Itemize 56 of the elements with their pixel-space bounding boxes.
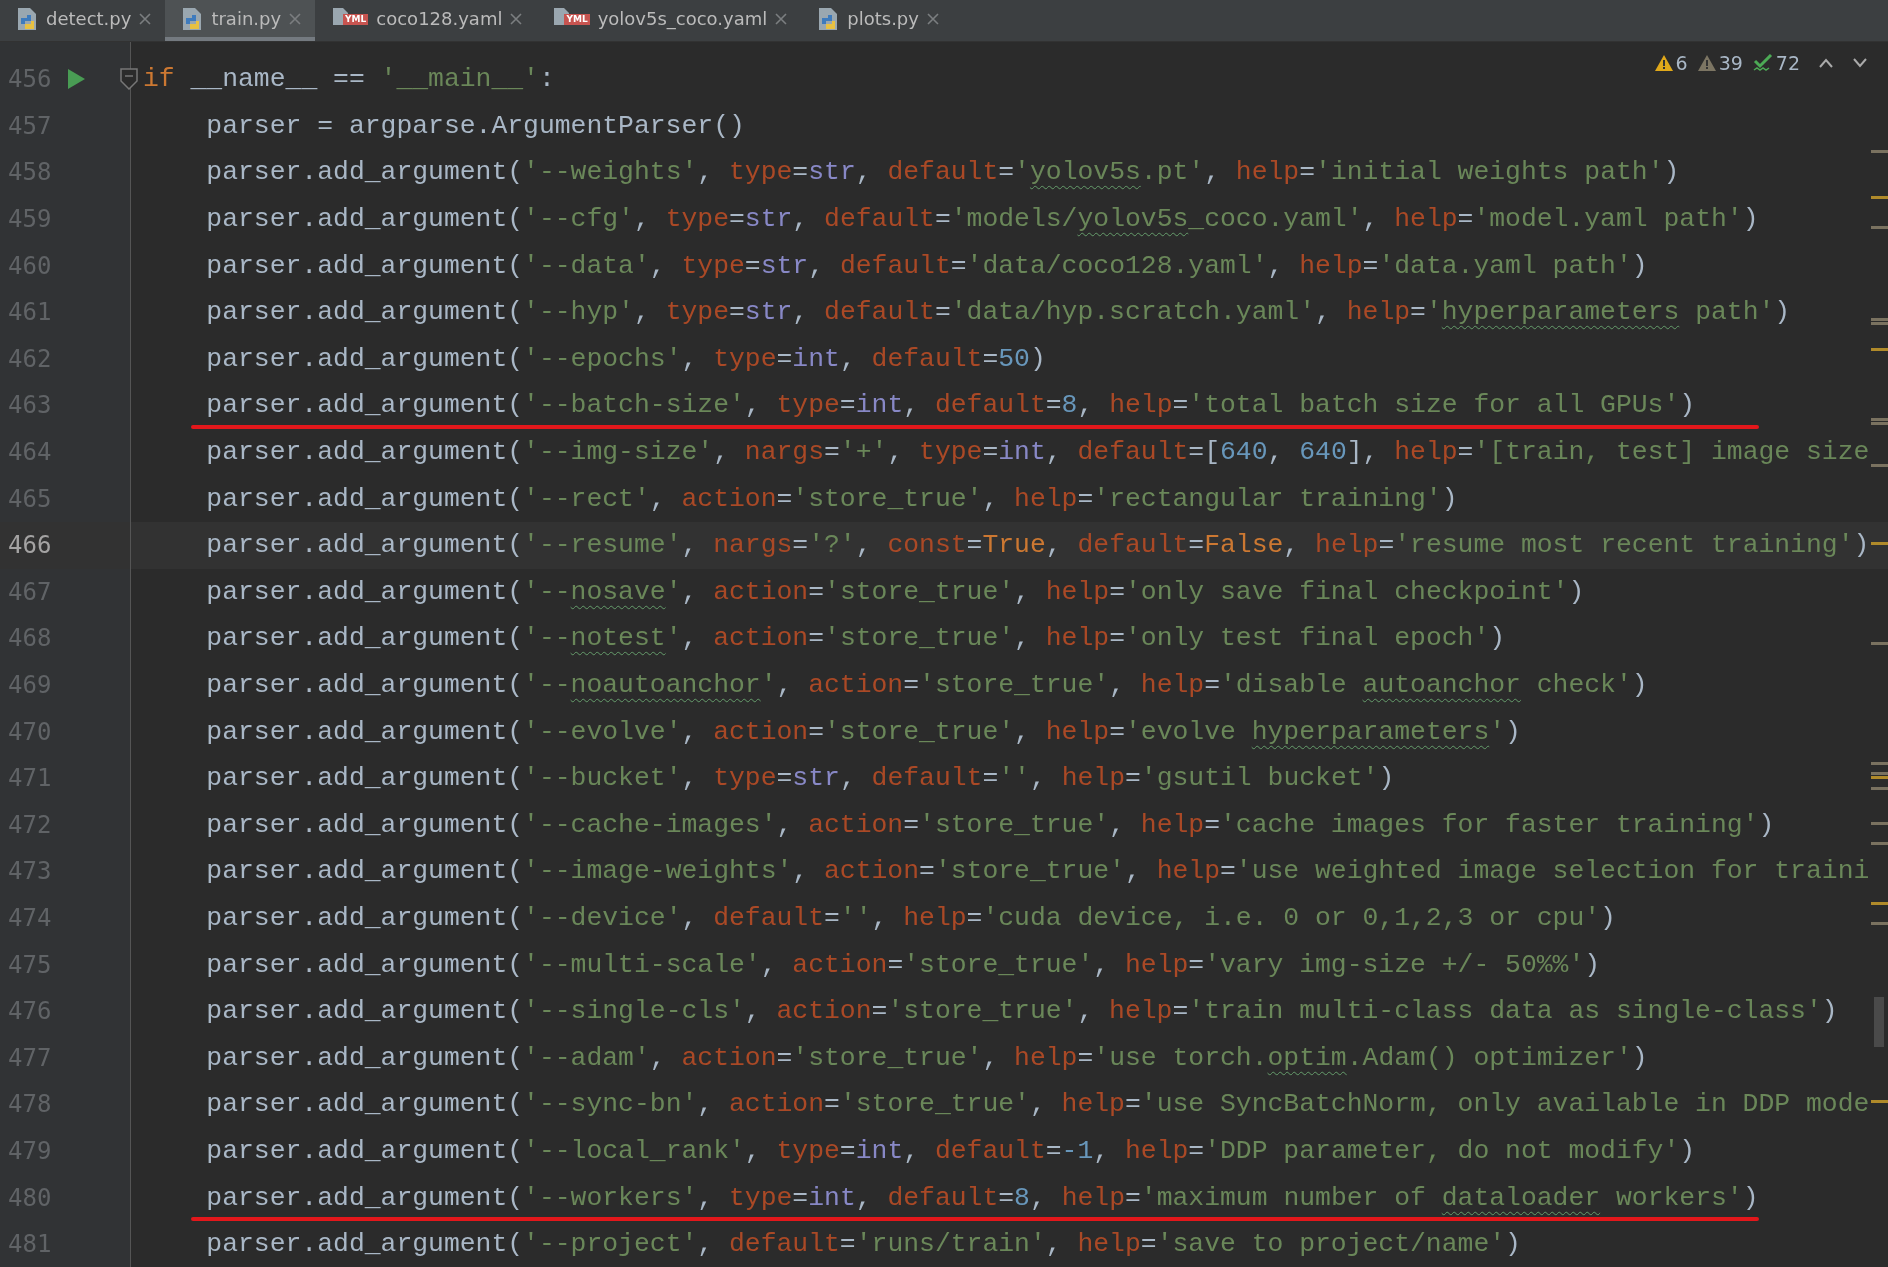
editor-tab[interactable]: YML yolov5s_coco.yaml	[536, 0, 802, 41]
python-file-icon	[181, 5, 204, 32]
close-icon[interactable]	[510, 12, 523, 25]
code-line: parser.add_argument('--noautoanchor', action='store_true', help='disable autoanchor check')	[205, 670, 1648, 700]
close-icon[interactable]	[926, 12, 939, 25]
yaml-badge: YML	[564, 14, 590, 25]
check-icon	[1752, 54, 1773, 72]
editor-tab[interactable]: YML coco128.yaml	[315, 0, 537, 41]
code-line: parser.add_argument('--cfg', type=str, default='models/yolov5s_coco.yaml', help='model.yaml path')	[205, 204, 1759, 235]
code-line: if __name__ == '__main__':	[143, 64, 555, 95]
code-line: parser.add_argument('--batch-size', type=int, default=8, help='total batch size for all GPUs')	[205, 390, 1696, 421]
code-line: parser.add_argument('--nosave', action='store_true', help='only save final checkpoint')	[205, 576, 1585, 607]
warning-icon	[1697, 55, 1716, 71]
chevron-up-icon[interactable]	[1818, 57, 1834, 69]
chevron-down-icon[interactable]	[1852, 57, 1868, 69]
python-file-icon	[817, 5, 840, 32]
code-line: parser.add_argument('--single-cls', action='store_true', help='train multi-class data as single-class')	[205, 996, 1838, 1027]
code-line: parser.add_argument('--workers', type=int, default=8, help='maximum number of dataloader workers')	[205, 1182, 1759, 1213]
code-line: parser = argparse.ArgumentParser()	[205, 110, 745, 141]
code-line: parser.add_argument('--sync-bn', action='store_true', help='use SyncBatchNorm, only available in DDP mode	[205, 1089, 1870, 1120]
code-line: parser.add_argument('--resume', nargs='?', const=True, default=False, help='resume most recent training')	[205, 530, 1870, 561]
close-icon[interactable]	[139, 12, 152, 25]
python-file-icon	[16, 5, 38, 32]
code-line: parser.add_argument('--rect', action='store_true', help='rectangular training')	[205, 483, 1458, 514]
code-line: parser.add_argument('--image-weights', action='store_true', help='use weighted image selection for traini	[205, 856, 1870, 887]
close-icon[interactable]	[775, 12, 788, 25]
code-line: parser.add_argument('--local_rank', type=int, default=-1, help='DDP parameter, do not modify')	[205, 1135, 1696, 1166]
inspection-count: 72	[1775, 52, 1800, 74]
code-line: parser.add_argument('--weights', type=str, default='yolov5s.pt', help='initial weights path')	[205, 157, 1680, 188]
tab-label: coco128.yaml	[376, 8, 503, 29]
inspection-count: 39	[1718, 52, 1743, 74]
fold-icon[interactable]	[120, 68, 138, 91]
code-line: parser.add_argument('--data', type=str, default='data/coco128.yaml', help='data.yaml path')	[205, 250, 1648, 281]
code-line: parser.add_argument('--hyp', type=str, default='data/hyp.scratch.yaml', help='hyperparameters path')	[205, 297, 1791, 328]
close-icon[interactable]	[289, 12, 302, 25]
code-line: parser.add_argument('--bucket', type=str, default='', help='gsutil bucket')	[205, 763, 1395, 794]
inspection-count: 6	[1675, 52, 1688, 74]
tab-label: detect.py	[46, 8, 132, 29]
editor-tab[interactable]: plots.py	[801, 0, 953, 41]
tab-label: plots.py	[847, 8, 919, 29]
code-line: parser.add_argument('--adam', action='store_true', help='use torch.optim.Adam() optimizer')	[205, 1042, 1648, 1073]
code-line: parser.add_argument('--notest', action='store_true', help='only test final epoch')	[205, 623, 1506, 654]
code-line: parser.add_argument('--cache-images', action='store_true', help='cache images for faster training')	[205, 809, 1775, 840]
run-icon[interactable]	[66, 68, 86, 91]
code-line: parser.add_argument('--evolve', action='store_true', help='evolve hyperparameters')	[205, 716, 1521, 747]
yaml-badge: YML	[343, 14, 369, 25]
code-line: parser.add_argument('--device', default='', help='cuda device, i.e. 0 or 0,1,2,3 or cpu')	[205, 903, 1616, 933]
editor-tab[interactable]: train.py	[165, 0, 316, 41]
code-line: parser.add_argument('--epochs', type=int, default=50)	[205, 343, 1046, 374]
editor-tab[interactable]: detect.py	[0, 0, 166, 41]
tab-label: train.py	[211, 8, 282, 29]
tab-label: yolov5s_coco.yaml	[597, 8, 768, 29]
code-line: parser.add_argument('--project', default='runs/train', help='save to project/name')	[205, 1229, 1521, 1260]
line-number: 466	[7, 531, 53, 560]
code-line: parser.add_argument('--img-size', nargs='+', type=int, default=[640, 640], help='[train, test] image size	[205, 437, 1870, 468]
code-line: parser.add_argument('--multi-scale', action='store_true', help='vary img-size +/- 50%%')	[205, 949, 1601, 980]
